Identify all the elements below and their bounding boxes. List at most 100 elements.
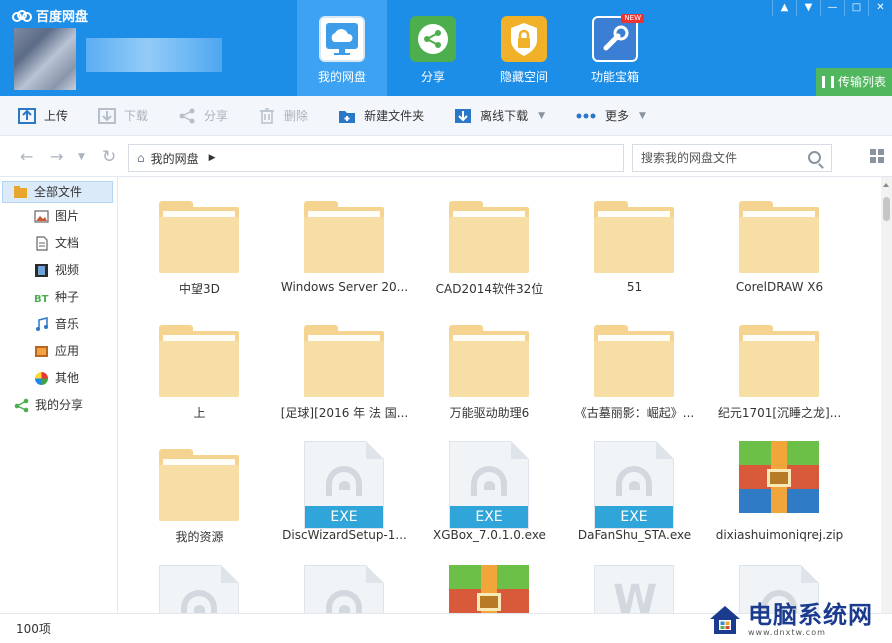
folder-item[interactable]: CorelDRAW X6 bbox=[707, 177, 852, 301]
file-name: 万能驱动助理6 bbox=[449, 406, 530, 420]
file-name: 51 bbox=[626, 280, 643, 294]
history-dropdown-icon[interactable]: ▼ bbox=[78, 147, 85, 167]
folder-item[interactable]: 《古墓丽影：崛起》... bbox=[562, 301, 707, 425]
file-item[interactable]: dixiashuimoniqrej.zip bbox=[707, 425, 852, 549]
file-item[interactable]: EXE XGBox_7.0.1.0.exe bbox=[417, 425, 562, 549]
sidebar-item-label: 应用 bbox=[55, 344, 80, 358]
forward-arrow-icon[interactable]: → bbox=[50, 147, 63, 167]
user-name-blurred[interactable] bbox=[86, 38, 222, 72]
file-name: [足球][2016 年 法 国... bbox=[280, 406, 409, 420]
toolbar: 上传 下载 分享 删除 新建文件夹 离线下载 ▼ 更多 ▼ bbox=[0, 96, 892, 136]
toolbox-icon: NEW bbox=[592, 14, 644, 62]
scroll-up-icon[interactable] bbox=[883, 183, 889, 187]
exe-file-icon bbox=[304, 565, 384, 613]
folder-item[interactable]: 中望3D bbox=[127, 177, 272, 301]
app-logo: 百度网盘 bbox=[12, 6, 88, 25]
file-name: XGBox_7.0.1.0.exe bbox=[433, 528, 546, 542]
minimize-icon[interactable]: — bbox=[820, 0, 844, 16]
folder-item[interactable]: 上 bbox=[127, 301, 272, 425]
file-name: 上 bbox=[193, 406, 206, 420]
delete-button[interactable]: 删除 bbox=[258, 107, 308, 124]
chevron-down-icon[interactable]: ▼ bbox=[639, 111, 646, 121]
scrollbar[interactable] bbox=[881, 177, 892, 613]
folder-icon bbox=[594, 325, 674, 397]
exe-file-icon bbox=[159, 565, 239, 613]
sidebar-item-all-files[interactable]: 全部文件 bbox=[2, 181, 113, 203]
breadcrumb-arrow-icon[interactable]: ▶ bbox=[209, 153, 216, 163]
sidebar-item-label: 我的分享 bbox=[35, 398, 84, 412]
share-button[interactable]: 分享 bbox=[178, 107, 228, 124]
upload-button[interactable]: 上传 bbox=[18, 107, 68, 124]
offline-download-label: 离线下载 bbox=[480, 109, 529, 123]
file-name: 纪元1701[沉睡之龙]... bbox=[717, 406, 842, 420]
file-name: CAD2014软件32位 bbox=[435, 282, 544, 296]
sidebar-item-video[interactable]: 视频 bbox=[0, 257, 117, 284]
notification-icon[interactable]: ▲ bbox=[772, 0, 796, 16]
folder-item[interactable]: 万能驱动助理6 bbox=[417, 301, 562, 425]
item-count: 100项 bbox=[16, 622, 51, 636]
search-icon[interactable] bbox=[808, 151, 821, 164]
home-icon[interactable]: ⌂ bbox=[137, 151, 145, 165]
download-label: 下载 bbox=[124, 109, 149, 123]
exe-file-icon: EXE bbox=[594, 441, 674, 529]
sidebar-item-my-share[interactable]: 我的分享 bbox=[0, 392, 117, 419]
nav-hidden-space[interactable]: 隐藏空间 bbox=[479, 0, 569, 96]
file-item[interactable] bbox=[127, 549, 272, 613]
sidebar-item-bt[interactable]: BT 种子 bbox=[0, 284, 117, 311]
refresh-icon[interactable]: ↻ bbox=[102, 147, 116, 167]
close-icon[interactable]: ✕ bbox=[868, 0, 892, 16]
exe-badge: EXE bbox=[305, 506, 383, 528]
new-folder-button[interactable]: 新建文件夹 bbox=[338, 107, 424, 124]
file-name: DiscWizardSetup-1... bbox=[282, 528, 407, 542]
nav-toolbox[interactable]: NEW 功能宝箱 bbox=[570, 0, 660, 96]
back-arrow-icon[interactable]: ← bbox=[20, 147, 33, 167]
breadcrumb-current[interactable]: 我的网盘 bbox=[151, 150, 199, 167]
sidebar-item-music[interactable]: 音乐 bbox=[0, 311, 117, 338]
watermark-url: www.dnxtw.com bbox=[748, 627, 826, 637]
transfer-list-button[interactable]: 传输列表 bbox=[816, 68, 892, 96]
folder-item[interactable]: Windows Server 20... bbox=[272, 177, 417, 301]
file-item[interactable]: W bbox=[562, 549, 707, 613]
image-icon bbox=[34, 209, 49, 224]
menu-icon[interactable]: ▼ bbox=[796, 0, 820, 16]
more-button[interactable]: 更多 ▼ bbox=[575, 107, 646, 124]
file-item[interactable] bbox=[272, 549, 417, 613]
chevron-down-icon[interactable]: ▼ bbox=[538, 111, 545, 121]
sidebar-item-image[interactable]: 图片 bbox=[0, 203, 117, 230]
sidebar-item-other[interactable]: 其他 bbox=[0, 365, 117, 392]
folder-icon bbox=[594, 201, 674, 273]
offline-download-button[interactable]: 离线下载 ▼ bbox=[454, 107, 545, 124]
breadcrumb[interactable]: ⌂ 我的网盘 ▶ bbox=[128, 144, 624, 172]
bt-icon: BT bbox=[34, 290, 49, 305]
nav-share[interactable]: 分享 bbox=[388, 0, 478, 96]
download-button[interactable]: 下载 bbox=[98, 107, 148, 124]
baidu-cloud-icon bbox=[12, 9, 32, 22]
file-item[interactable]: EXE DiscWizardSetup-1... bbox=[272, 425, 417, 549]
sidebar-item-app[interactable]: 应用 bbox=[0, 338, 117, 365]
watermark: 电脑系统网 www.dnxtw.com bbox=[708, 596, 892, 643]
app-title: 百度网盘 bbox=[36, 10, 89, 25]
exe-file-icon: EXE bbox=[449, 441, 529, 529]
new-folder-label: 新建文件夹 bbox=[364, 109, 425, 123]
sidebar-item-document[interactable]: 文档 bbox=[0, 230, 117, 257]
trash-icon bbox=[258, 107, 276, 124]
maximize-icon[interactable]: □ bbox=[844, 0, 868, 16]
file-name: Windows Server 20... bbox=[280, 280, 409, 294]
search-input[interactable]: 搜索我的网盘文件 bbox=[632, 144, 832, 172]
folder-item[interactable]: 纪元1701[沉睡之龙]... bbox=[707, 301, 852, 425]
nav-my-disk[interactable]: 我的网盘 bbox=[297, 0, 387, 96]
file-item[interactable] bbox=[417, 549, 562, 613]
folder-item[interactable]: 我的资源 bbox=[127, 425, 272, 549]
folder-icon bbox=[159, 325, 239, 397]
folder-item[interactable]: [足球][2016 年 法 国... bbox=[272, 301, 417, 425]
folder-icon bbox=[159, 201, 239, 273]
folder-item[interactable]: CAD2014软件32位 bbox=[417, 177, 562, 301]
avatar[interactable] bbox=[14, 28, 76, 90]
app-window: 百度网盘 我的网盘 分享 隐藏空间 NEW 功能宝箱 ▲ ▼ — □ ✕ 传输列… bbox=[0, 0, 892, 643]
folder-item[interactable]: 51 bbox=[562, 177, 707, 301]
document-file-icon: W bbox=[594, 565, 674, 613]
file-item[interactable]: EXE DaFanShu_STA.exe bbox=[562, 425, 707, 549]
grid-view-icon[interactable] bbox=[870, 149, 884, 163]
cloud-icon bbox=[319, 16, 365, 62]
scrollbar-thumb[interactable] bbox=[883, 197, 890, 221]
